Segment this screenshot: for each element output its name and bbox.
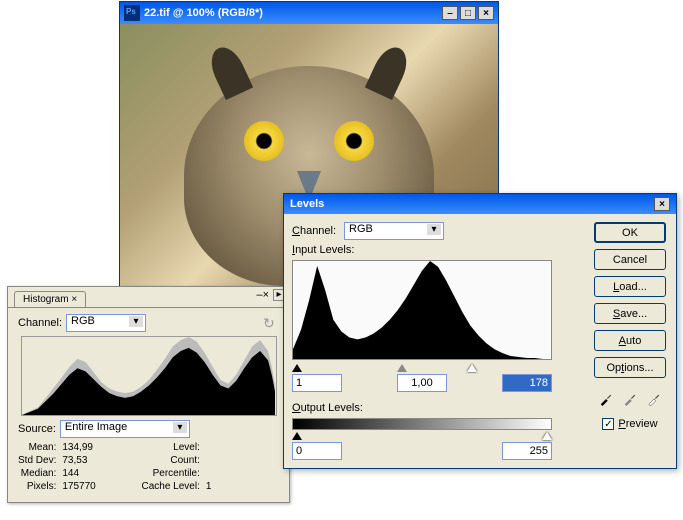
output-gradient	[292, 418, 552, 430]
black-eyedropper-icon[interactable]	[597, 390, 615, 408]
ok-button[interactable]: OK	[594, 222, 666, 243]
input-levels-label: Input Levels:	[292, 244, 584, 256]
channel-label: Channel:	[18, 317, 62, 329]
pixels-value: 175770	[62, 481, 135, 492]
refresh-icon[interactable]	[263, 315, 279, 331]
count-value	[206, 455, 279, 466]
cache-label: Cache Level:	[141, 481, 199, 492]
white-eyedropper-icon[interactable]	[645, 390, 663, 408]
app-icon	[124, 5, 140, 21]
gray-eyedropper-icon[interactable]	[621, 390, 639, 408]
histogram-panel: Histogram × –× ▸ Channel: RGB Source: En…	[7, 286, 290, 503]
source-label: Source:	[18, 423, 56, 435]
level-label: Level:	[141, 442, 199, 453]
black-point-slider[interactable]	[292, 364, 302, 372]
gamma-slider[interactable]	[397, 364, 407, 372]
panel-collapse-icon[interactable]: –×	[256, 289, 269, 301]
output-black-slider[interactable]	[292, 432, 302, 440]
cache-value: 1	[206, 481, 279, 492]
channel-select[interactable]: RGB	[66, 314, 146, 332]
close-button[interactable]: ×	[478, 6, 494, 20]
levels-titlebar[interactable]: Levels ×	[284, 194, 676, 214]
levels-channel-select[interactable]: RGB	[344, 222, 444, 240]
preview-label: Preview	[618, 418, 657, 430]
input-black-field[interactable]	[292, 374, 342, 392]
output-white-field[interactable]	[502, 442, 552, 460]
output-black-field[interactable]	[292, 442, 342, 460]
median-value: 144	[62, 468, 135, 479]
mean-value: 134,99	[62, 442, 135, 453]
histogram-tab[interactable]: Histogram ×	[14, 291, 86, 307]
levels-close-button[interactable]: ×	[654, 197, 670, 211]
source-select[interactable]: Entire Image	[60, 420, 190, 438]
input-sliders[interactable]	[292, 364, 552, 372]
white-point-slider[interactable]	[467, 364, 477, 372]
maximize-button[interactable]: □	[460, 6, 476, 20]
preview-checkbox[interactable]: ✓	[602, 418, 614, 430]
document-titlebar[interactable]: 22.tif @ 100% (RGB/8*) – □ ×	[120, 2, 498, 24]
cancel-button[interactable]: Cancel	[594, 249, 666, 270]
stddev-value: 73,53	[62, 455, 135, 466]
mean-label: Mean:	[18, 442, 56, 453]
output-sliders[interactable]	[292, 432, 552, 440]
histogram-chart	[21, 336, 277, 416]
pixels-label: Pixels:	[18, 481, 56, 492]
percentile-value	[206, 468, 279, 479]
output-white-slider[interactable]	[542, 432, 552, 440]
input-gamma-field[interactable]	[397, 374, 447, 392]
count-label: Count:	[141, 455, 199, 466]
levels-channel-label: Channel:	[292, 225, 336, 237]
levels-dialog: Levels × Channel: RGB Input Levels:	[283, 193, 677, 469]
document-title: 22.tif @ 100% (RGB/8*)	[144, 7, 263, 19]
levels-title: Levels	[290, 198, 324, 210]
save-button[interactable]: Save...	[594, 303, 666, 324]
output-levels-label: Output Levels:	[292, 402, 584, 414]
auto-button[interactable]: Auto	[594, 330, 666, 351]
minimize-button[interactable]: –	[442, 6, 458, 20]
input-white-field[interactable]	[502, 374, 552, 392]
levels-histogram	[292, 260, 552, 360]
percentile-label: Percentile:	[141, 468, 199, 479]
level-value	[206, 442, 279, 453]
options-button[interactable]: Options...	[594, 357, 666, 378]
load-button[interactable]: Load...	[594, 276, 666, 297]
median-label: Median:	[18, 468, 56, 479]
stddev-label: Std Dev:	[18, 455, 56, 466]
